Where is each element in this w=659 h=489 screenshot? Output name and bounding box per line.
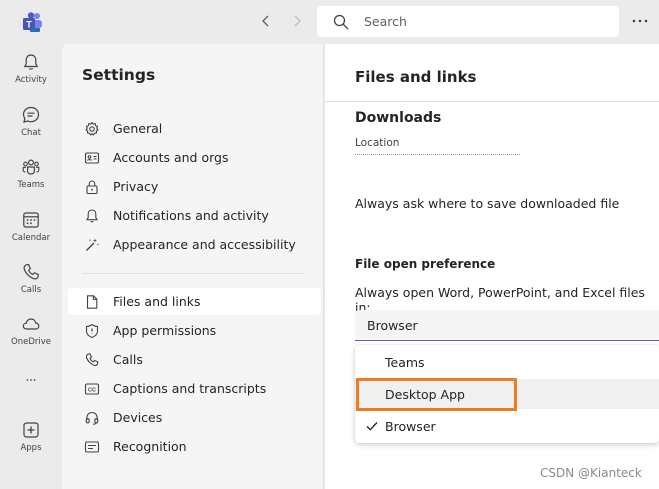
- calendar-icon: [23, 212, 39, 228]
- rail-item-calendar[interactable]: Calendar: [0, 210, 62, 243]
- rail-item-activity[interactable]: Activity: [0, 52, 62, 85]
- settings-item-label: App permissions: [113, 323, 217, 338]
- phone-icon: [85, 352, 99, 366]
- option-desktop-app[interactable]: Desktop App: [355, 379, 659, 409]
- rail-label: Teams: [17, 180, 45, 190]
- chat-icon: [22, 106, 40, 123]
- settings-item-files-and-links[interactable]: Files and links: [68, 288, 321, 315]
- file-open-dropdown[interactable]: Browser: [355, 310, 659, 341]
- rail-label: Calendar: [11, 233, 51, 243]
- settings-title: Settings: [82, 66, 156, 84]
- title-divider: [325, 101, 659, 102]
- lock-icon: [86, 179, 98, 194]
- content-pane: Files and links Downloads Location Alway…: [325, 44, 659, 489]
- svg-text:CC: CC: [88, 387, 96, 393]
- rail-label: Calls: [20, 285, 42, 295]
- settings-item-general[interactable]: General: [68, 115, 321, 142]
- app-rail: Activity Chat Teams Calendar Calls OneDr…: [0, 44, 62, 489]
- phone-icon: [23, 263, 39, 280]
- option-teams[interactable]: Teams: [355, 347, 659, 377]
- teams-logo-icon[interactable]: T: [21, 11, 43, 33]
- checkmark-icon: [366, 422, 378, 431]
- rail-label: Activity: [15, 75, 47, 85]
- rail-item-more[interactable]: [0, 374, 62, 386]
- file-open-listbox: Teams Desktop App Browser: [355, 345, 659, 443]
- bell-icon: [86, 208, 98, 222]
- settings-item-label: Devices: [113, 410, 163, 425]
- settings-item-label: Accounts and orgs: [113, 150, 229, 165]
- settings-item-devices[interactable]: Devices: [68, 404, 321, 431]
- more-options-icon[interactable]: [630, 12, 650, 30]
- ask-save-location-option[interactable]: Always ask where to save downloaded file: [355, 196, 619, 211]
- rail-label: Chat: [21, 128, 41, 138]
- settings-item-privacy[interactable]: Privacy: [68, 173, 321, 200]
- bell-icon: [23, 54, 39, 70]
- teams-icon: [22, 159, 40, 175]
- rail-item-teams[interactable]: Teams: [0, 157, 62, 190]
- rail-label: OneDrive: [11, 337, 51, 347]
- settings-item-label: Calls: [113, 352, 143, 367]
- settings-item-label: General: [113, 121, 163, 136]
- option-label: Browser: [385, 418, 436, 434]
- forward-arrow-icon[interactable]: [288, 12, 306, 30]
- settings-panel: Settings General Accounts and orgs Priva…: [62, 44, 324, 489]
- settings-item-app-permissions[interactable]: App permissions: [68, 317, 321, 344]
- cloud-icon: [22, 318, 40, 330]
- rail-label: Apps: [20, 443, 42, 453]
- settings-item-notifications[interactable]: Notifications and activity: [68, 202, 321, 229]
- recognition-icon: [84, 440, 100, 453]
- rail-item-chat[interactable]: Chat: [0, 105, 62, 138]
- option-label: Desktop App: [385, 386, 465, 402]
- rail-item-onedrive[interactable]: OneDrive: [0, 314, 62, 347]
- settings-item-calls[interactable]: Calls: [68, 346, 321, 373]
- wand-icon: [86, 238, 99, 251]
- dropdown-selected-value: Browser: [367, 317, 418, 333]
- settings-item-accounts[interactable]: Accounts and orgs: [68, 144, 321, 171]
- apps-icon: [23, 422, 39, 438]
- rail-item-calls[interactable]: Calls: [0, 262, 62, 295]
- settings-item-appearance[interactable]: Appearance and accessibility: [68, 231, 321, 258]
- settings-item-label: Privacy: [113, 179, 159, 194]
- location-label: Location: [355, 137, 400, 149]
- document-icon: [86, 294, 98, 309]
- settings-item-label: Recognition: [113, 439, 187, 454]
- gear-icon: [85, 121, 99, 136]
- more-icon: [26, 379, 36, 381]
- top-bar: T Search: [0, 0, 659, 44]
- page-title: Files and links: [355, 68, 477, 86]
- settings-item-recognition[interactable]: Recognition: [68, 433, 321, 460]
- file-open-heading: File open preference: [355, 257, 496, 271]
- settings-divider: [82, 273, 304, 274]
- downloads-heading: Downloads: [355, 110, 442, 126]
- search-icon: [333, 14, 349, 29]
- settings-item-label: Files and links: [113, 294, 201, 309]
- watermark: CSDN @Kianteck: [540, 466, 642, 480]
- cc-icon: CC: [84, 382, 100, 395]
- option-browser[interactable]: Browser: [355, 411, 659, 441]
- headset-icon: [85, 411, 99, 425]
- settings-item-label: Captions and transcripts: [113, 381, 267, 396]
- location-value[interactable]: [355, 154, 520, 158]
- settings-item-label: Appearance and accessibility: [113, 237, 296, 252]
- option-label: Teams: [385, 354, 425, 370]
- search-input[interactable]: Search: [317, 6, 619, 37]
- settings-item-label: Notifications and activity: [113, 208, 269, 223]
- back-arrow-icon[interactable]: [257, 12, 275, 30]
- shield-icon: [85, 323, 99, 338]
- id-card-icon: [84, 151, 100, 164]
- search-placeholder: Search: [364, 14, 407, 29]
- rail-item-apps[interactable]: Apps: [0, 420, 62, 453]
- settings-item-captions[interactable]: CC Captions and transcripts: [68, 375, 321, 402]
